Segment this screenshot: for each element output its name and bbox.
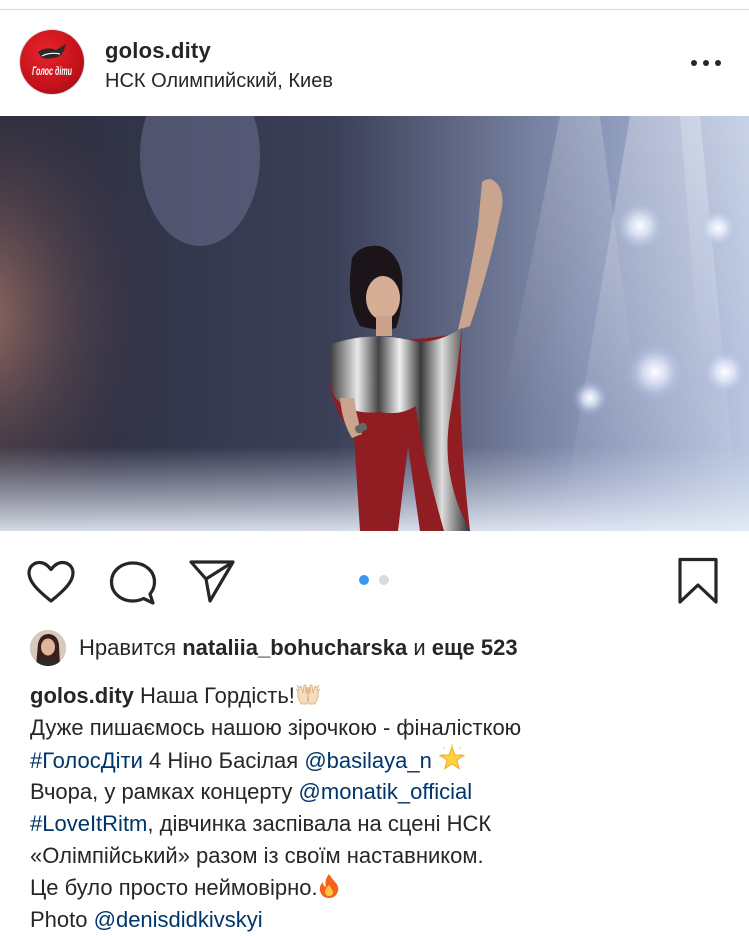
hashtag-link[interactable]: #LoveItRitm <box>30 811 147 836</box>
caption-text: Дуже пишаємось нашою зірочкою - фіналіст… <box>30 715 522 740</box>
caption-text: Photo <box>30 907 88 932</box>
caption-text: «Олімпійський» разом із своїм наставнико… <box>30 843 484 868</box>
caption-text: , дівчинка заспівала на сцені НСК <box>147 811 492 836</box>
post-photo[interactable] <box>0 116 749 531</box>
likes-summary: Нравится nataliia_bohucharska и еще 523 <box>79 635 518 661</box>
caption-text: 4 Ніно Басілая <box>149 748 299 773</box>
comment-icon[interactable] <box>109 560 157 606</box>
post-location[interactable]: НСК Олимпийский, Киев <box>105 70 333 93</box>
liker-avatar[interactable] <box>30 630 66 666</box>
avatar-logo-text: Голос діти <box>32 64 72 78</box>
post-actions-bar <box>0 531 749 626</box>
carousel-dot <box>359 575 369 585</box>
profile-avatar[interactable]: Голос діти <box>20 30 84 94</box>
post-caption: golos.dity Наша Гордість! Дуже пишаємось… <box>30 680 730 936</box>
caption-text: Це було просто неймовірно. <box>30 875 318 900</box>
heart-icon[interactable] <box>26 560 76 604</box>
likes-count[interactable]: еще 523 <box>432 635 518 660</box>
top-divider <box>0 0 749 10</box>
bookmark-icon[interactable] <box>677 557 719 605</box>
liker-username[interactable]: nataliia_bohucharska <box>182 635 407 660</box>
fire-emoji <box>318 873 340 908</box>
concert-photo-image <box>0 116 749 531</box>
mention-link[interactable]: @denisdidkivskyi <box>94 907 263 932</box>
likes-row: Нравится nataliia_bohucharska и еще 523 <box>30 630 730 666</box>
more-options-icon[interactable] <box>686 54 726 70</box>
mention-link[interactable]: @basilaya_n <box>304 748 432 773</box>
caption-text: Наша Гордість! <box>140 683 295 708</box>
caption-text: Вчора, у рамках концерту <box>30 779 293 804</box>
post-username[interactable]: golos.dity <box>105 38 211 64</box>
golos-logo-icon: Голос діти <box>32 44 72 78</box>
carousel-dot <box>379 575 389 585</box>
mention-link[interactable]: @monatik_official <box>299 779 473 804</box>
post-header: Голос діти golos.dity НСК Олимпийский, К… <box>0 10 749 115</box>
hashtag-link[interactable]: #ГолосДіти <box>30 748 143 773</box>
caption-username[interactable]: golos.dity <box>30 683 134 708</box>
paper-plane-icon[interactable] <box>188 559 236 603</box>
likes-prefix: Нравится <box>79 635 177 660</box>
likes-middle: и <box>413 635 426 660</box>
